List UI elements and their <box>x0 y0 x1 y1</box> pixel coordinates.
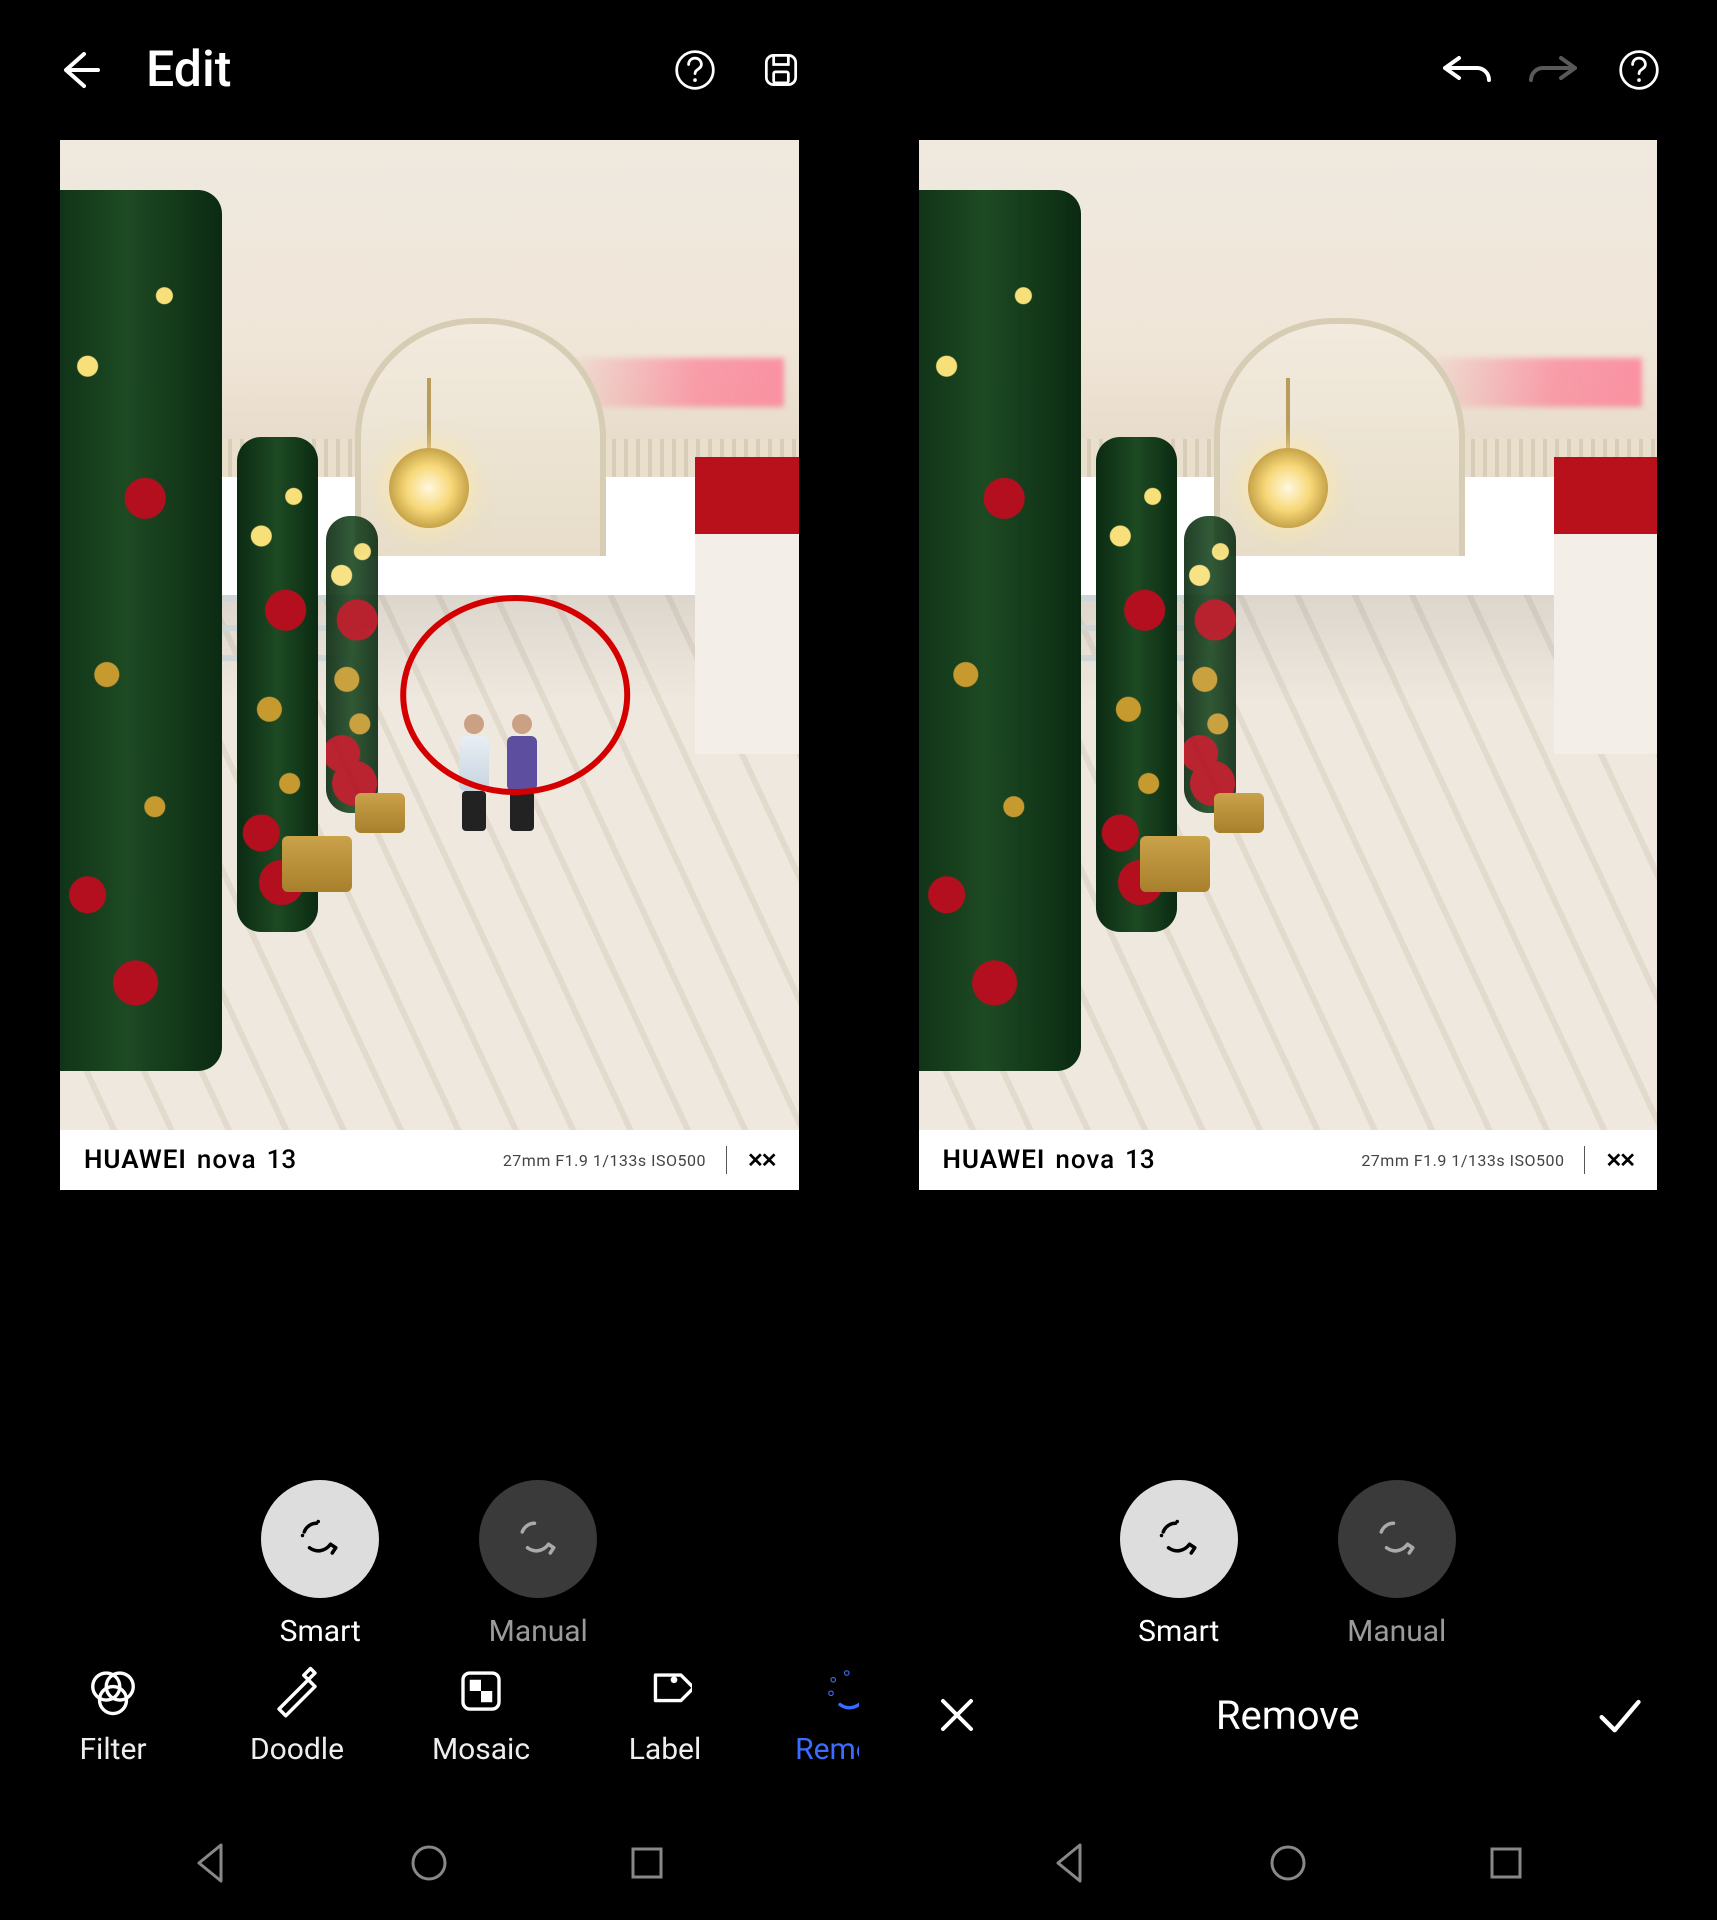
nav-recent[interactable] <box>623 1839 671 1891</box>
watermark-logo-icon: ✕✕ <box>747 1148 775 1172</box>
tool-remove[interactable]: Remove <box>794 1664 859 1767</box>
watermark-meta: 27mm F1.9 1/133s ISO500 <box>503 1151 706 1170</box>
mode-manual[interactable]: Manual <box>479 1480 597 1649</box>
mode-row-right: Smart Manual <box>859 1480 1717 1649</box>
save-button[interactable] <box>753 42 809 98</box>
tool-mosaic-label: Mosaic <box>432 1732 530 1767</box>
mode-smart-right[interactable]: Smart <box>1120 1480 1238 1649</box>
canvas-area-left: HUAWEI nova 13 27mm F1.9 1/133s ISO500 ✕… <box>0 140 859 1190</box>
tool-remove-label: Remove <box>795 1732 858 1767</box>
tool-doodle-label: Doodle <box>250 1732 344 1767</box>
tool-mosaic[interactable]: Mosaic <box>426 1664 536 1767</box>
mode-manual-right[interactable]: Manual <box>1338 1480 1456 1649</box>
watermark-meta: 27mm F1.9 1/133s ISO500 <box>1361 1151 1564 1170</box>
action-bar-right: Remove <box>859 1640 1717 1790</box>
action-title: Remove <box>1216 1692 1360 1739</box>
undo-button[interactable] <box>1439 42 1495 98</box>
screen-right: HUAWEI nova 13 27mm F1.9 1/133s ISO500 ✕… <box>859 0 1717 1920</box>
nav-home[interactable] <box>405 1839 453 1891</box>
mode-smart[interactable]: Smart <box>261 1480 379 1649</box>
watermark-logo-icon: ✕✕ <box>1605 1148 1633 1172</box>
nav-back[interactable] <box>1046 1839 1094 1891</box>
watermark-series: nova <box>197 1145 257 1175</box>
watermark-model: 13 <box>267 1145 297 1175</box>
confirm-button[interactable] <box>1591 1687 1647 1743</box>
tool-label-label: Label <box>629 1732 702 1767</box>
redo-button <box>1525 42 1581 98</box>
android-navbar-left <box>0 1810 859 1920</box>
mode-row-left: Smart Manual <box>0 1480 859 1649</box>
android-navbar-right <box>859 1810 1717 1920</box>
help-button[interactable] <box>667 42 723 98</box>
photo-card-right: HUAWEI nova 13 27mm F1.9 1/133s ISO500 ✕… <box>919 140 1658 1190</box>
watermark-series: nova <box>1055 1145 1115 1175</box>
screen-left: Edit <box>0 0 859 1920</box>
topbar-left: Edit <box>0 0 859 140</box>
removal-selection-circle[interactable] <box>401 595 631 795</box>
topbar-right <box>859 0 1717 140</box>
photo-right[interactable] <box>919 140 1658 1130</box>
nav-back[interactable] <box>187 1839 235 1891</box>
canvas-area-right: HUAWEI nova 13 27mm F1.9 1/133s ISO500 ✕… <box>859 140 1717 1190</box>
tool-label[interactable]: Label <box>610 1664 720 1767</box>
tool-filter[interactable]: Filter <box>58 1664 168 1767</box>
help-button-right[interactable] <box>1611 42 1667 98</box>
tool-strip-left[interactable]: Filter Doodle Mosaic Label Remove Stic <box>0 1640 859 1790</box>
tool-doodle[interactable]: Doodle <box>242 1664 352 1767</box>
tool-filter-label: Filter <box>79 1732 146 1767</box>
watermark-left: HUAWEI nova 13 27mm F1.9 1/133s ISO500 ✕… <box>60 1130 799 1190</box>
nav-home[interactable] <box>1264 1839 1312 1891</box>
page-title: Edit <box>146 41 231 99</box>
photo-card-left: HUAWEI nova 13 27mm F1.9 1/133s ISO500 ✕… <box>60 140 799 1190</box>
cancel-button[interactable] <box>929 1687 985 1743</box>
watermark-model: 13 <box>1125 1145 1155 1175</box>
photo-left[interactable] <box>60 140 799 1130</box>
watermark-brand: HUAWEI <box>943 1145 1046 1175</box>
back-button[interactable] <box>50 42 106 98</box>
nav-recent[interactable] <box>1482 1839 1530 1891</box>
watermark-right: HUAWEI nova 13 27mm F1.9 1/133s ISO500 ✕… <box>919 1130 1658 1190</box>
watermark-brand: HUAWEI <box>84 1145 187 1175</box>
